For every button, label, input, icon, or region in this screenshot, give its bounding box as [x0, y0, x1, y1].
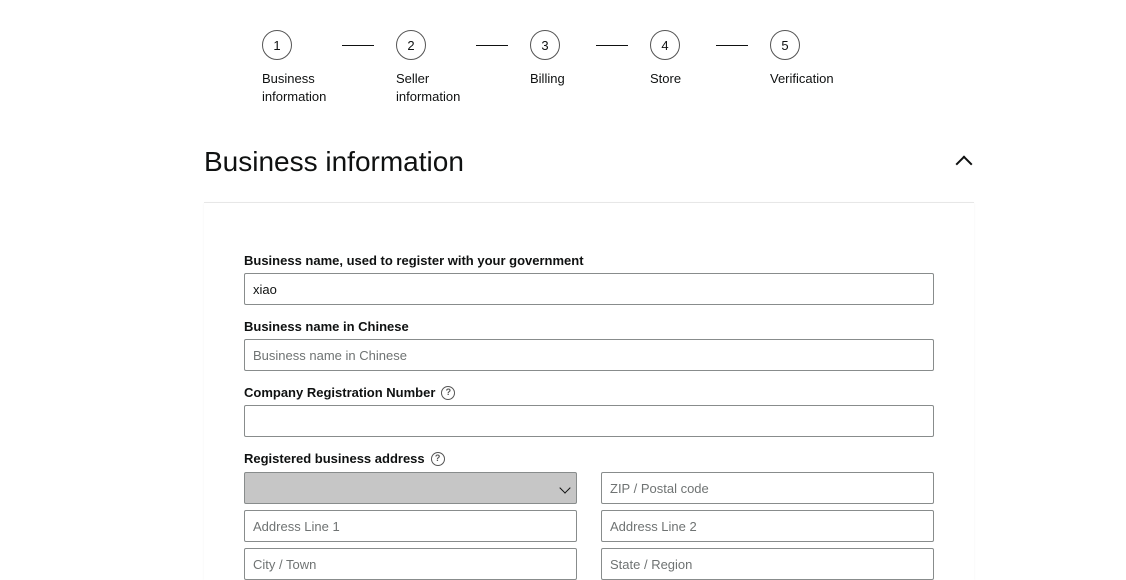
business-name-input[interactable] [244, 273, 934, 305]
business-name-label: Business name, used to register with you… [244, 253, 934, 268]
state-input[interactable] [601, 548, 934, 580]
zip-input[interactable] [601, 472, 934, 504]
page-title: Business information [204, 146, 464, 178]
step-1[interactable]: 1 Businessinformation [262, 30, 354, 106]
step-connector [342, 45, 374, 46]
step-5[interactable]: 5 Verification [770, 30, 860, 88]
step-2-circle: 2 [396, 30, 426, 60]
step-5-circle: 5 [770, 30, 800, 60]
section-header[interactable]: Business information [204, 146, 974, 178]
step-3-label: Billing [530, 70, 565, 88]
address-line-1-input[interactable] [244, 510, 577, 542]
registered-addr-label: Registered business address ? [244, 451, 934, 466]
stepper: 1 Businessinformation 2 Sellerinformatio… [262, 30, 974, 106]
form-card: Business name, used to register with you… [204, 202, 974, 580]
address-line-2-input[interactable] [601, 510, 934, 542]
step-4[interactable]: 4 Store [650, 30, 728, 88]
step-4-circle: 4 [650, 30, 680, 60]
country-select[interactable] [244, 472, 577, 504]
business-name-cn-input[interactable] [244, 339, 934, 371]
step-4-label: Store [650, 70, 681, 88]
chevron-up-icon [958, 154, 974, 170]
step-connector [476, 45, 508, 46]
help-icon[interactable]: ? [431, 452, 445, 466]
city-input[interactable] [244, 548, 577, 580]
business-name-cn-label: Business name in Chinese [244, 319, 934, 334]
step-connector [716, 45, 748, 46]
company-reg-label: Company Registration Number ? [244, 385, 934, 400]
step-2-label: Sellerinformation [396, 70, 460, 106]
step-2[interactable]: 2 Sellerinformation [396, 30, 488, 106]
step-1-label: Businessinformation [262, 70, 326, 106]
step-3[interactable]: 3 Billing [530, 30, 608, 88]
step-3-circle: 3 [530, 30, 560, 60]
step-connector [596, 45, 628, 46]
step-1-circle: 1 [262, 30, 292, 60]
step-5-label: Verification [770, 70, 834, 88]
company-reg-input[interactable] [244, 405, 934, 437]
help-icon[interactable]: ? [441, 386, 455, 400]
